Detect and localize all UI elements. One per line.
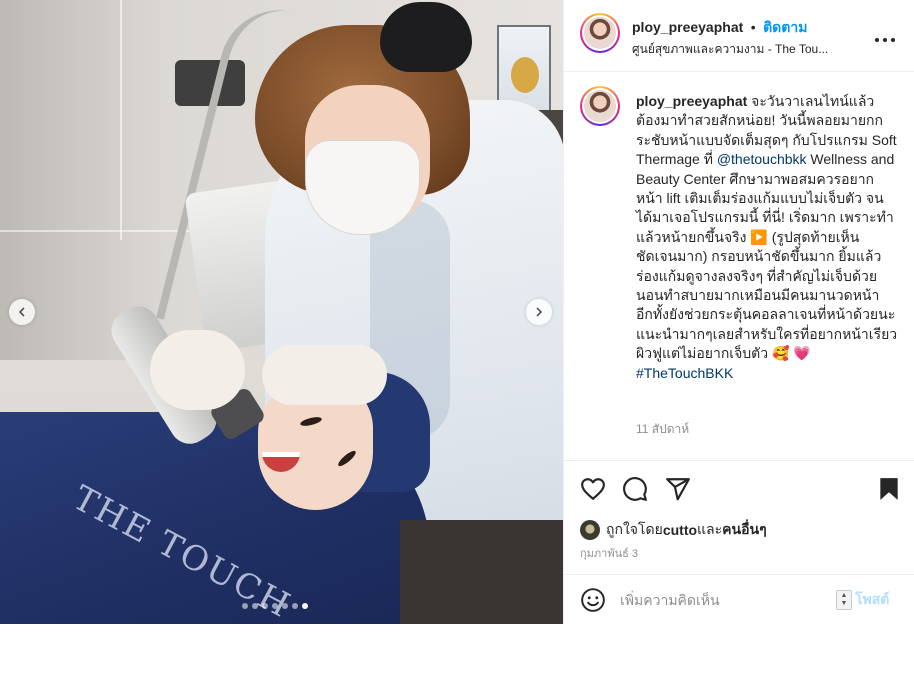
mention-link[interactable]: @thetouchbkk xyxy=(717,151,807,167)
post-details-panel: ploy_preeyaphat • ติดตาม ศูนย์สุขภาพและค… xyxy=(563,0,914,624)
liked-by: ถูกใจโดย cutto และ คนอื่นๆ xyxy=(580,519,767,541)
more-options-button[interactable] xyxy=(874,27,896,48)
chevron-left-icon xyxy=(18,307,25,317)
glove xyxy=(150,330,245,410)
comment-input[interactable] xyxy=(620,588,820,612)
heart-icon[interactable] xyxy=(580,476,606,502)
next-slide-button[interactable] xyxy=(526,299,552,325)
slide-dot xyxy=(292,603,298,609)
wall-tile-line xyxy=(0,230,200,232)
liked-by-prefix: ถูกใจโดย xyxy=(606,521,663,537)
slide-dot xyxy=(282,603,288,609)
hashtag-link[interactable]: #TheTouchBKK xyxy=(636,365,733,381)
liker-username[interactable]: cutto xyxy=(663,522,697,538)
post-header: ploy_preeyaphat • ติดตาม ศูนย์สุขภาพและค… xyxy=(564,0,914,72)
slide-dot xyxy=(302,603,308,609)
avatar[interactable] xyxy=(580,13,620,53)
slide-indicator xyxy=(242,603,308,609)
comment-icon[interactable] xyxy=(622,476,648,502)
chair xyxy=(400,520,563,624)
caption-username[interactable]: ploy_preeyaphat xyxy=(636,93,747,109)
post-caption: ploy_preeyaphat จะวันวาเลนไทน์แล้วต้องมา… xyxy=(636,92,898,383)
post-button-label: โพสต์ xyxy=(855,591,890,607)
slide-dot xyxy=(252,603,258,609)
liked-by-mid: และ xyxy=(697,521,723,537)
slide-dot xyxy=(272,603,278,609)
liked-by-others-link[interactable]: คนอื่นๆ xyxy=(722,519,766,541)
comment-bar: ▲▼ โพสต์ xyxy=(564,574,914,624)
caption-time[interactable]: 11 สัปดาห์ xyxy=(636,420,689,439)
chevron-right-icon xyxy=(536,307,543,317)
spinner-arrows-icon: ▲ ▼ xyxy=(836,590,852,610)
liker-avatar[interactable] xyxy=(580,520,600,540)
share-icon[interactable] xyxy=(665,476,691,502)
location-link[interactable]: ศูนย์สุขภาพและความงาม - The Tou... xyxy=(632,40,872,59)
post-image[interactable]: THE TOUCH xyxy=(0,0,563,624)
separator-dot: • xyxy=(750,19,756,35)
header-user-line: ploy_preeyaphat • ติดตาม xyxy=(632,17,807,39)
post-date[interactable]: กุมภาพันธ์ 3 xyxy=(580,544,638,562)
post-comment-button[interactable]: ▲ ▼ โพสต์ xyxy=(836,589,889,611)
prev-slide-button[interactable] xyxy=(9,299,35,325)
glove xyxy=(262,345,387,405)
username-link[interactable]: ploy_preeyaphat xyxy=(632,19,743,35)
slide-dot xyxy=(242,603,248,609)
more-horizontal-icon xyxy=(875,38,895,42)
action-bar xyxy=(564,460,914,516)
slide-dot xyxy=(262,603,268,609)
emoji-icon[interactable] xyxy=(580,587,606,613)
bookmark-icon[interactable] xyxy=(876,476,902,502)
caption-text: Wellness and Beauty Center ศึกษามาพอสมคว… xyxy=(636,151,898,362)
hair-clip xyxy=(380,2,472,72)
wall-tile-line xyxy=(120,0,122,240)
follow-button[interactable]: ติดตาม xyxy=(763,19,807,35)
caption-avatar[interactable] xyxy=(580,86,620,126)
